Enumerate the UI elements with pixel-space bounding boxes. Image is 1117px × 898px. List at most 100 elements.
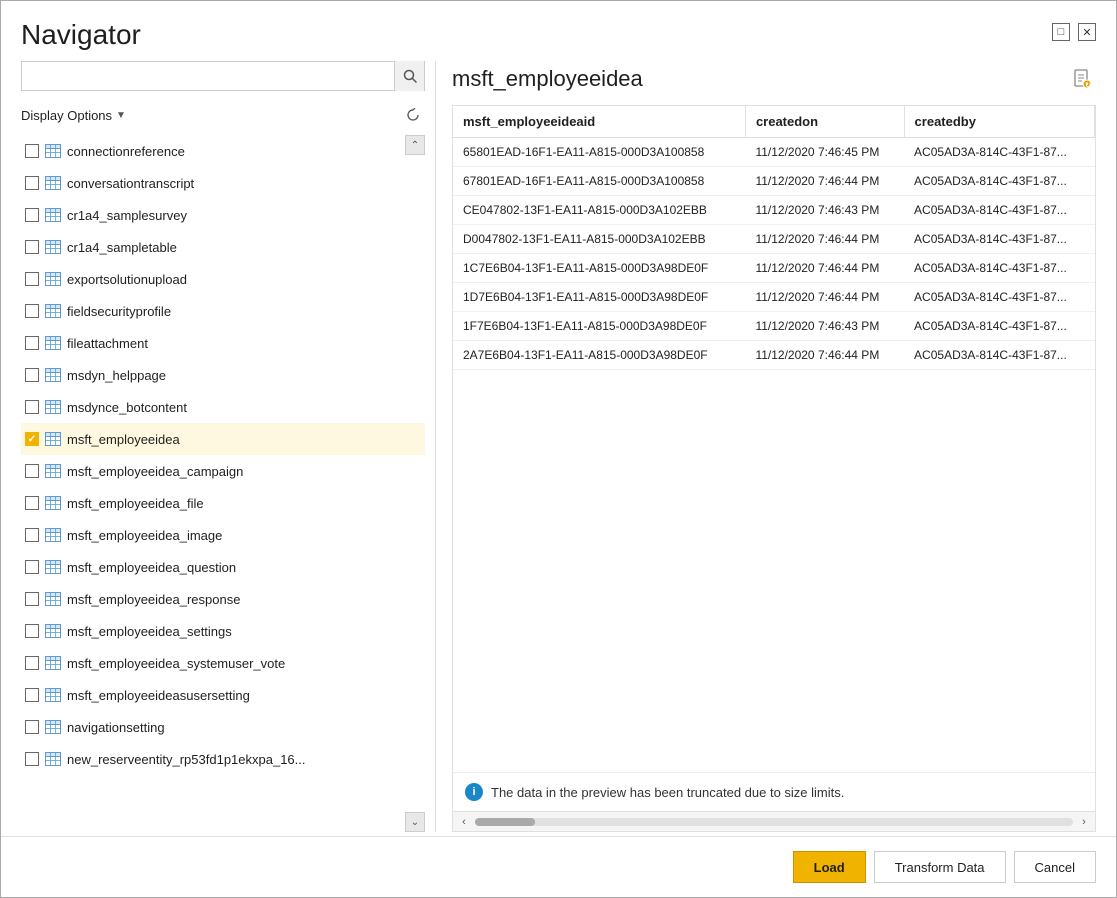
table-cell: AC05AD3A-814C-43F1-87... xyxy=(904,341,1094,370)
table-row[interactable]: D0047802-13F1-EA11-A815-000D3A102EBB11/1… xyxy=(453,225,1095,254)
table-icon xyxy=(45,719,61,735)
checkbox[interactable] xyxy=(25,176,39,190)
list-item[interactable]: msft_employeeidea_question xyxy=(21,551,425,583)
list-item[interactable]: msft_employeeideasusersetting xyxy=(21,679,425,711)
checkbox[interactable] xyxy=(25,656,39,670)
close-button[interactable]: ✕ xyxy=(1078,23,1096,41)
table-icon xyxy=(45,463,61,479)
data-table-scroll[interactable]: msft_employeeideaidcreatedoncreatedby 65… xyxy=(453,106,1095,772)
list-item[interactable]: navigationsetting xyxy=(21,711,425,743)
checkbox[interactable] xyxy=(25,688,39,702)
preview-header: msft_employeeidea ↻ xyxy=(452,65,1096,93)
search-input[interactable] xyxy=(22,65,394,88)
table-row[interactable]: 2A7E6B04-13F1-EA11-A815-000D3A98DE0F11/1… xyxy=(453,341,1095,370)
table-cell: 11/12/2020 7:46:43 PM xyxy=(745,312,904,341)
checkbox[interactable] xyxy=(25,400,39,414)
table-icon xyxy=(45,431,61,447)
truncated-notice-text: The data in the preview has been truncat… xyxy=(491,785,844,800)
data-table-container: msft_employeeideaidcreatedoncreatedby 65… xyxy=(452,105,1096,832)
search-icon-button[interactable] xyxy=(394,61,424,91)
list-item[interactable]: msft_employeeidea xyxy=(21,423,425,455)
minimize-button[interactable]: □ xyxy=(1052,23,1070,41)
item-label: cr1a4_sampletable xyxy=(67,240,177,255)
table-cell: AC05AD3A-814C-43F1-87... xyxy=(904,254,1094,283)
cancel-button[interactable]: Cancel xyxy=(1014,851,1096,883)
table-icon xyxy=(45,527,61,543)
table-cell: AC05AD3A-814C-43F1-87... xyxy=(904,167,1094,196)
search-bar xyxy=(21,61,425,91)
checkbox[interactable] xyxy=(25,368,39,382)
table-row[interactable]: 1D7E6B04-13F1-EA11-A815-000D3A98DE0F11/1… xyxy=(453,283,1095,312)
item-label: msft_employeeidea_campaign xyxy=(67,464,243,479)
table-cell: 11/12/2020 7:46:44 PM xyxy=(745,167,904,196)
checkbox[interactable] xyxy=(25,496,39,510)
table-row[interactable]: 1C7E6B04-13F1-EA11-A815-000D3A98DE0F11/1… xyxy=(453,254,1095,283)
table-icon xyxy=(45,591,61,607)
checkbox[interactable] xyxy=(25,208,39,222)
checkbox[interactable] xyxy=(25,624,39,638)
scroll-thumb[interactable] xyxy=(475,818,535,826)
table-header-row: msft_employeeideaidcreatedoncreatedby xyxy=(453,106,1095,138)
table-cell: D0047802-13F1-EA11-A815-000D3A102EBB xyxy=(453,225,745,254)
checkbox[interactable] xyxy=(25,560,39,574)
list-item[interactable]: fieldsecurityprofile xyxy=(21,295,425,327)
table-cell: AC05AD3A-814C-43F1-87... xyxy=(904,312,1094,341)
list-item[interactable]: msft_employeeidea_settings xyxy=(21,615,425,647)
preview-icon-button[interactable]: ↻ xyxy=(1068,65,1096,93)
checkbox[interactable] xyxy=(25,240,39,254)
list-item[interactable]: msft_employeeidea_file xyxy=(21,487,425,519)
checkbox[interactable] xyxy=(25,432,39,446)
list-item[interactable]: exportsolutionupload xyxy=(21,263,425,295)
table-row[interactable]: 1F7E6B04-13F1-EA11-A815-000D3A98DE0F11/1… xyxy=(453,312,1095,341)
checkbox[interactable] xyxy=(25,272,39,286)
item-label: conversationtranscript xyxy=(67,176,194,191)
list-item[interactable]: msft_employeeidea_response xyxy=(21,583,425,615)
checkbox[interactable] xyxy=(25,752,39,766)
load-button[interactable]: Load xyxy=(793,851,866,883)
item-label: cr1a4_samplesurvey xyxy=(67,208,187,223)
display-options-button[interactable]: Display Options ▼ xyxy=(21,108,126,123)
table-icon xyxy=(45,367,61,383)
table-row[interactable]: 65801EAD-16F1-EA11-A815-000D3A10085811/1… xyxy=(453,138,1095,167)
refresh-icon-button[interactable] xyxy=(401,103,425,127)
list-item[interactable]: msft_employeeidea_systemuser_vote xyxy=(21,647,425,679)
transform-data-button[interactable]: Transform Data xyxy=(874,851,1006,883)
checkbox[interactable] xyxy=(25,464,39,478)
title-controls: □ ✕ xyxy=(1052,23,1096,41)
scroll-right-arrow[interactable]: › xyxy=(1075,814,1093,830)
item-label: msft_employeeidea_settings xyxy=(67,624,232,639)
scroll-up-button[interactable]: ⌃ xyxy=(405,135,425,155)
scroll-track[interactable] xyxy=(475,818,1073,826)
item-label: connectionreference xyxy=(67,144,185,159)
checkbox[interactable] xyxy=(25,720,39,734)
horizontal-scrollbar[interactable]: ‹ › xyxy=(453,811,1095,831)
scroll-down-button[interactable]: ⌄ xyxy=(405,812,425,832)
title-bar: Navigator □ ✕ xyxy=(1,1,1116,61)
table-icon xyxy=(45,207,61,223)
list-item[interactable]: msft_employeeidea_campaign xyxy=(21,455,425,487)
list-item[interactable]: fileattachment xyxy=(21,327,425,359)
table-cell: AC05AD3A-814C-43F1-87... xyxy=(904,283,1094,312)
table-cell: AC05AD3A-814C-43F1-87... xyxy=(904,138,1094,167)
table-icon xyxy=(45,239,61,255)
list-item[interactable]: msdyn_helppage xyxy=(21,359,425,391)
list-item[interactable]: cr1a4_samplesurvey xyxy=(21,199,425,231)
table-icon xyxy=(45,143,61,159)
checkbox[interactable] xyxy=(25,592,39,606)
checkbox[interactable] xyxy=(25,304,39,318)
table-row[interactable]: CE047802-13F1-EA11-A815-000D3A102EBB11/1… xyxy=(453,196,1095,225)
item-label: msft_employeeidea_question xyxy=(67,560,236,575)
list-item[interactable]: msdynce_botcontent xyxy=(21,391,425,423)
list-item[interactable]: cr1a4_sampletable xyxy=(21,231,425,263)
list-item[interactable]: msft_employeeidea_image xyxy=(21,519,425,551)
checkbox[interactable] xyxy=(25,528,39,542)
checkbox[interactable] xyxy=(25,144,39,158)
list-item[interactable]: conversationtranscript xyxy=(21,167,425,199)
checkbox[interactable] xyxy=(25,336,39,350)
preview-title: msft_employeeidea xyxy=(452,66,643,92)
scroll-left-arrow[interactable]: ‹ xyxy=(455,814,473,830)
table-row[interactable]: 67801EAD-16F1-EA11-A815-000D3A10085811/1… xyxy=(453,167,1095,196)
list-item[interactable]: connectionreference xyxy=(21,135,425,167)
list-item[interactable]: new_reserveentity_rp53fd1p1ekxpa_16... xyxy=(21,743,425,775)
chevron-down-icon: ▼ xyxy=(116,110,126,121)
